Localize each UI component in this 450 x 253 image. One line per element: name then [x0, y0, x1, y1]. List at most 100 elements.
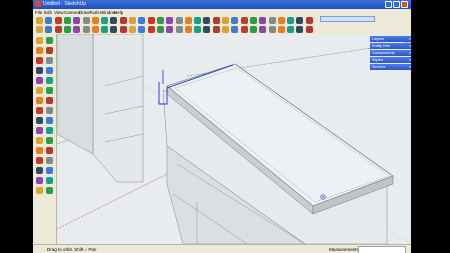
freehand-icon[interactable] [46, 77, 53, 84]
circle-icon[interactable] [36, 67, 43, 74]
followme-icon[interactable] [259, 17, 267, 24]
tray-close-icon[interactable]: x [409, 64, 411, 70]
line-icon[interactable] [46, 57, 53, 64]
new-icon[interactable] [36, 17, 43, 24]
dimension-icon[interactable] [296, 17, 304, 24]
user-icon[interactable] [129, 17, 136, 24]
component-icon[interactable] [46, 37, 53, 44]
rotate-icon[interactable] [36, 97, 43, 104]
zoom-icon[interactable] [82, 26, 90, 33]
zoom-icon[interactable] [36, 157, 43, 164]
component-icon[interactable] [147, 17, 155, 24]
pan-icon[interactable] [46, 147, 53, 154]
polygon-icon[interactable] [212, 17, 220, 24]
rotate-icon[interactable] [249, 17, 257, 24]
hidden-line-icon[interactable] [240, 26, 248, 33]
pushpull-icon[interactable] [240, 17, 248, 24]
model-viewport[interactable] [57, 34, 411, 244]
axes-icon[interactable] [45, 26, 53, 33]
erase-icon[interactable] [91, 17, 99, 24]
walk-icon[interactable] [138, 26, 146, 33]
previous-icon[interactable] [46, 167, 53, 174]
eraser-icon[interactable] [166, 17, 174, 24]
model-drawing[interactable] [57, 34, 411, 244]
move-icon[interactable] [36, 87, 43, 94]
line-icon[interactable] [184, 17, 192, 24]
offset-icon[interactable] [277, 17, 285, 24]
arc-icon[interactable] [46, 67, 53, 74]
section-icon[interactable] [156, 26, 164, 33]
redo-icon[interactable] [110, 17, 118, 24]
text-icon[interactable] [46, 127, 53, 134]
position-camera-icon[interactable] [36, 177, 43, 184]
menu-tools[interactable]: Tools [89, 9, 100, 16]
menu-file[interactable]: File [35, 9, 42, 16]
paint-icon[interactable] [36, 47, 43, 54]
copy-icon[interactable] [73, 17, 81, 24]
move-icon[interactable] [231, 17, 239, 24]
xray-icon[interactable] [222, 26, 229, 33]
top-icon[interactable] [175, 26, 183, 33]
toolbar-name-box[interactable] [320, 16, 375, 22]
position-camera-icon[interactable] [129, 26, 136, 33]
text-icon[interactable] [36, 26, 43, 33]
wireframe-icon[interactable] [231, 26, 239, 33]
polygon-icon[interactable] [36, 77, 43, 84]
zoomwindow-icon[interactable] [46, 157, 53, 164]
monochrome-icon[interactable] [268, 26, 276, 33]
shadows-icon[interactable] [277, 26, 285, 33]
title-bar[interactable]: Untitled - SketchUp [33, 0, 411, 9]
cut-icon[interactable] [63, 17, 71, 24]
orbit-icon[interactable] [63, 26, 71, 33]
section-icon[interactable] [46, 187, 53, 194]
menu-help[interactable]: Help [114, 9, 123, 16]
menu-draw[interactable]: Draw [79, 9, 90, 16]
scale-icon[interactable] [36, 107, 43, 114]
offset-icon[interactable] [46, 107, 53, 114]
fog-icon[interactable] [287, 26, 295, 33]
close-button[interactable] [401, 1, 408, 8]
rectangle-icon[interactable] [175, 17, 183, 24]
menu-edit[interactable]: Edit [44, 9, 52, 16]
followme-icon[interactable] [46, 97, 53, 104]
shaded-icon[interactable] [249, 26, 257, 33]
tray-scenes[interactable]: Scenes x [370, 64, 411, 70]
next-icon[interactable] [119, 26, 127, 33]
arc-icon[interactable] [203, 17, 211, 24]
undo-icon[interactable] [101, 17, 109, 24]
right-icon[interactable] [194, 26, 202, 33]
share-icon[interactable] [305, 26, 313, 33]
open-icon[interactable] [45, 17, 53, 24]
save-icon[interactable] [54, 17, 62, 24]
axes-icon[interactable] [36, 137, 43, 144]
tray-close-icon[interactable]: x [409, 36, 411, 42]
protractor-icon[interactable] [305, 17, 313, 24]
lookaround-icon[interactable] [36, 187, 43, 194]
menu-view[interactable]: View [54, 9, 64, 16]
iso-icon[interactable] [166, 26, 174, 33]
paste-icon[interactable] [82, 17, 90, 24]
circle-icon[interactable] [194, 17, 202, 24]
walk-icon[interactable] [46, 177, 53, 184]
measurements-input[interactable] [358, 246, 406, 253]
left-icon[interactable] [212, 26, 220, 33]
warehouse-icon[interactable] [296, 26, 304, 33]
orbit-icon[interactable] [36, 147, 43, 154]
eraser-icon[interactable] [46, 47, 53, 54]
scale-icon[interactable] [268, 17, 276, 24]
tray-close-icon[interactable]: x [409, 43, 411, 49]
3dtext-icon[interactable] [54, 26, 62, 33]
tray-styles[interactable]: Styles x [370, 57, 411, 63]
zoomext-icon[interactable] [36, 167, 43, 174]
tape-icon[interactable] [287, 17, 295, 24]
zoomext-icon[interactable] [101, 26, 109, 33]
pushpull-icon[interactable] [46, 87, 53, 94]
tray-components[interactable]: Components x [370, 50, 411, 56]
pan-icon[interactable] [73, 26, 81, 33]
tape-icon[interactable] [36, 117, 43, 124]
back-icon[interactable] [203, 26, 211, 33]
tray-close-icon[interactable]: x [409, 50, 411, 56]
tray-close-icon[interactable]: x [409, 57, 411, 63]
rectangle-icon[interactable] [36, 57, 43, 64]
select-icon[interactable] [138, 17, 146, 24]
